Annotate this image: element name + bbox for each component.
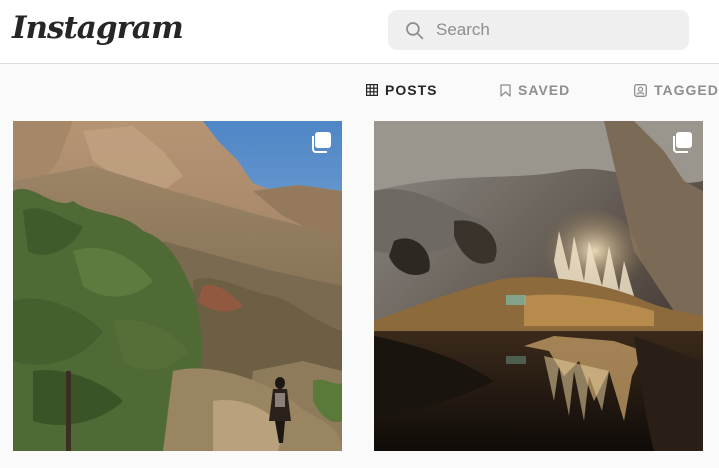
profile-tabs: POSTS SAVED TAGGED [0, 82, 719, 104]
search-icon [406, 21, 424, 39]
instagram-logo[interactable]: Instagram [12, 10, 184, 46]
tab-tagged[interactable]: TAGGED [634, 82, 719, 98]
multiple-posts-icon [312, 132, 331, 153]
tab-tagged-label: TAGGED [654, 82, 719, 98]
tab-saved[interactable]: SAVED [500, 82, 570, 98]
grid-icon [366, 84, 378, 96]
tab-posts[interactable]: POSTS [366, 82, 437, 98]
post-thumbnail-mountain-trail[interactable] [13, 121, 342, 451]
search-input[interactable] [436, 20, 666, 40]
search-box[interactable] [388, 10, 689, 50]
post-image [374, 121, 703, 451]
tab-posts-label: POSTS [385, 82, 438, 98]
post-thumbnail-cave[interactable] [374, 121, 703, 451]
top-navigation-bar: Instagram [0, 0, 719, 64]
multiple-posts-icon [673, 132, 692, 153]
tab-saved-label: SAVED [518, 82, 571, 98]
bookmark-icon [500, 83, 511, 97]
post-image [13, 121, 342, 451]
tagged-icon [634, 83, 647, 97]
